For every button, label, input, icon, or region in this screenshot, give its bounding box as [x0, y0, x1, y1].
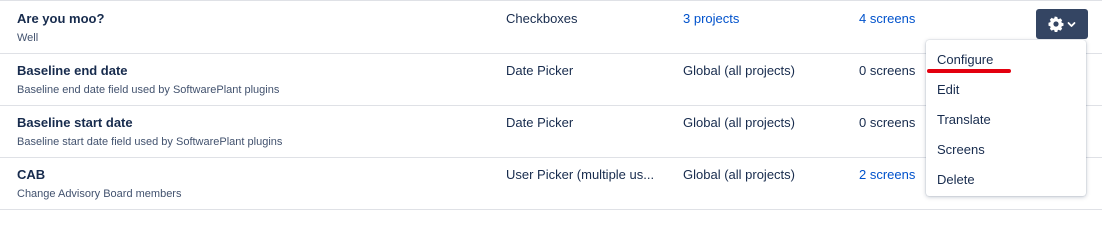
field-name: Are you moo?	[17, 11, 105, 26]
menu-item-configure[interactable]: Configure	[937, 52, 993, 67]
chevron-down-icon	[1067, 20, 1076, 29]
field-screens-link[interactable]: 4 screens	[859, 11, 915, 26]
field-screens: 0 screens	[859, 63, 916, 78]
field-description: Baseline start date field used by Softwa…	[17, 136, 283, 148]
field-name: Baseline start date	[17, 115, 133, 130]
field-context: Global (all projects)	[683, 167, 795, 182]
menu-item-delete[interactable]: Delete	[937, 172, 975, 187]
gear-icon	[1048, 16, 1064, 32]
field-context: Global (all projects)	[683, 63, 795, 78]
field-actions-button[interactable]	[1036, 9, 1088, 39]
field-context: Global (all projects)	[683, 115, 795, 130]
field-description: Well	[17, 32, 39, 44]
annotation-underline	[927, 69, 1011, 73]
field-name: CAB	[17, 167, 46, 182]
field-context-link[interactable]: 3 projects	[683, 11, 739, 26]
field-name: Baseline end date	[17, 63, 128, 78]
menu-item-translate[interactable]: Translate	[937, 112, 991, 127]
field-description: Change Advisory Board members	[17, 188, 182, 200]
field-type: Checkboxes	[506, 11, 578, 26]
field-type: Date Picker	[506, 115, 574, 130]
menu-item-screens[interactable]: Screens	[937, 142, 985, 157]
menu-item-edit[interactable]: Edit	[937, 82, 959, 97]
field-actions-menu: Configure Edit Translate Screens Delete	[926, 40, 1086, 196]
field-type: User Picker (multiple us...	[506, 167, 655, 182]
field-screens: 0 screens	[859, 115, 916, 130]
field-description: Baseline end date field used by Software…	[17, 84, 280, 96]
field-screens-link[interactable]: 2 screens	[859, 167, 915, 182]
field-type: Date Picker	[506, 63, 574, 78]
